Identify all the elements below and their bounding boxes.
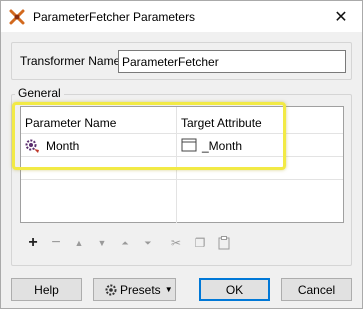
row-divider: [21, 179, 343, 180]
paste-icon[interactable]: [215, 234, 233, 252]
fme-app-icon: [9, 9, 25, 25]
highlight-annotation: [12, 102, 286, 170]
transformer-name-input[interactable]: [118, 50, 346, 73]
move-bottom-icon[interactable]: ⏷: [139, 234, 157, 252]
copy-icon[interactable]: ❐: [191, 234, 209, 252]
chevron-down-icon: ▼: [164, 285, 173, 294]
presets-gear-icon: [104, 283, 118, 297]
add-icon[interactable]: +: [24, 234, 42, 252]
cut-icon[interactable]: ✂: [167, 234, 185, 252]
dialog-window: ParameterFetcher Parameters ✕ Transforme…: [0, 0, 363, 309]
transformer-name-label: Transformer Name:: [20, 54, 124, 68]
remove-icon[interactable]: −: [47, 234, 65, 252]
presets-label: Presets: [120, 282, 161, 297]
title-bar: ParameterFetcher Parameters ✕: [1, 1, 362, 32]
help-button[interactable]: Help: [11, 278, 82, 301]
presets-button[interactable]: Presets ▼: [93, 278, 176, 301]
move-up-icon[interactable]: ▲: [70, 234, 88, 252]
move-down-icon[interactable]: ▼: [93, 234, 111, 252]
window-title: ParameterFetcher Parameters: [33, 10, 196, 24]
cancel-button[interactable]: Cancel: [281, 278, 352, 301]
general-group-label: General: [15, 86, 64, 100]
move-top-icon[interactable]: ⏶: [116, 234, 134, 252]
ok-button[interactable]: OK: [199, 278, 270, 301]
close-button[interactable]: ✕: [320, 1, 362, 32]
